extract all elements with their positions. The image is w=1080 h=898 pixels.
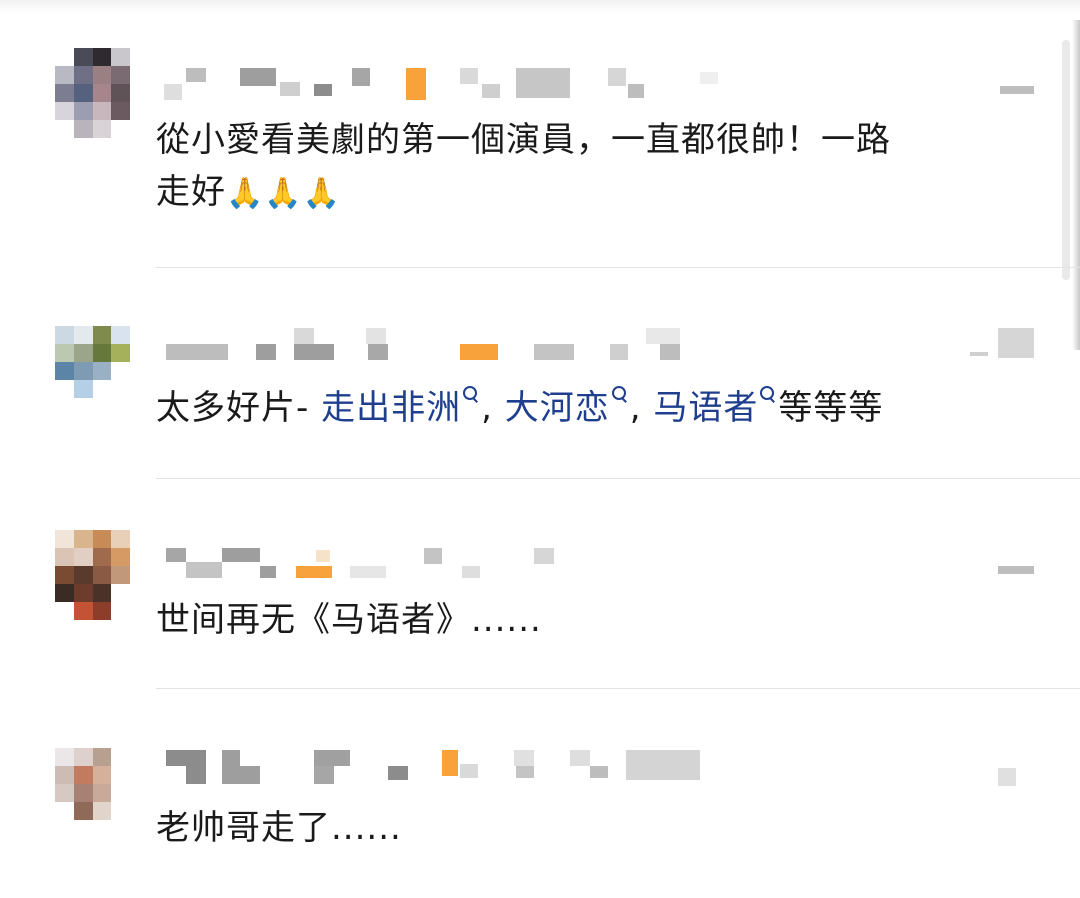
- folded-hands-icon: 🙏: [226, 176, 265, 211]
- divider: [156, 478, 1080, 479]
- divider: [156, 688, 1080, 689]
- comma-separator: ,: [481, 388, 505, 428]
- folded-hands-icon: 🙏: [302, 176, 342, 211]
- search-icon[interactable]: [758, 382, 776, 408]
- comment-text: 老帅哥走了......: [156, 808, 402, 848]
- comma-separator: ,: [629, 388, 654, 428]
- comment-author-meta: [160, 748, 1040, 786]
- scrollbar[interactable]: [1062, 40, 1070, 280]
- comment-text: 太多好片- 走出非洲, 大河恋, 马语者 等等等: [156, 382, 1046, 434]
- avatar[interactable]: [55, 530, 130, 620]
- search-icon[interactable]: [461, 382, 479, 408]
- comment-author-meta: [160, 544, 1040, 580]
- comment-author-meta: [160, 324, 1040, 360]
- right-edge-shadow: [1072, 20, 1080, 350]
- search-icon[interactable]: [610, 382, 628, 408]
- comment-author-meta: [160, 62, 1040, 100]
- comment-text-line: 從小愛看美劇的第一個演員，一直都很帥！一路: [156, 120, 891, 160]
- comment-text-fragment: 太多好片-: [156, 388, 322, 428]
- comment-text-fragment: 走好: [156, 172, 226, 212]
- comment-text: 世间再无《马语者》......: [156, 600, 542, 640]
- comment-text: 從小愛看美劇的第一個演員，一直都很帥！一路 走好🙏🙏🙏: [156, 114, 1046, 220]
- folded-hands-icon: 🙏: [264, 176, 303, 211]
- topic-link-out-of-africa[interactable]: 走出非洲: [321, 388, 461, 428]
- comment-text-line: 走好🙏🙏🙏: [156, 166, 1046, 220]
- comment-list-screen: 從小愛看美劇的第一個演員，一直都很帥！一路 走好🙏🙏🙏 太多好片- 走出非洲 ,…: [0, 0, 1080, 898]
- divider: [156, 267, 1080, 268]
- top-edge: [0, 0, 1080, 14]
- topic-link-the-horse-whisperer[interactable]: 马语者: [653, 388, 758, 428]
- avatar[interactable]: [55, 748, 130, 838]
- topic-link-a-river-runs-through-it[interactable]: 大河恋: [505, 388, 610, 428]
- avatar[interactable]: [55, 48, 130, 138]
- avatar[interactable]: [55, 326, 130, 416]
- comment-text-fragment: 等等等: [778, 388, 884, 428]
